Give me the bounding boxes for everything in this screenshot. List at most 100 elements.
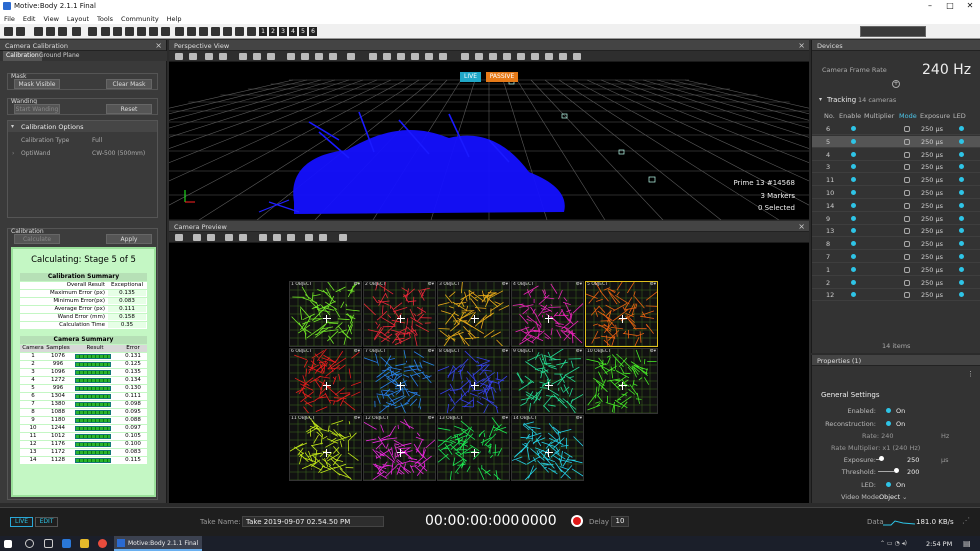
- video-icon[interactable]: [219, 53, 227, 60]
- translate-icon[interactable]: [301, 53, 309, 60]
- grid-icon[interactable]: [125, 27, 134, 36]
- device-exposure[interactable]: 250 µs: [921, 189, 943, 197]
- camera-cell[interactable]: 10 OBJECT ⚙▾: [585, 348, 658, 414]
- zoom-fit-icon[interactable]: [267, 53, 275, 60]
- settings-icon[interactable]: ⚙▾: [354, 282, 360, 287]
- scale-icon[interactable]: [329, 53, 337, 60]
- settings-icon[interactable]: ⚙▾: [576, 282, 582, 287]
- mode-icon[interactable]: [904, 164, 910, 171]
- settings-icon[interactable]: ⚙▾: [354, 416, 360, 421]
- skeleton-icon[interactable]: [175, 27, 184, 36]
- settings-icon[interactable]: ⚙▾: [650, 282, 656, 287]
- led-toggle[interactable]: [959, 228, 964, 234]
- enable-toggle[interactable]: [851, 266, 856, 272]
- camera-cell[interactable]: 11 OBJECT ⚙▾: [289, 415, 362, 481]
- enable-toggle[interactable]: [851, 292, 856, 298]
- ray-icon[interactable]: [489, 53, 497, 60]
- add-icon[interactable]: +: [892, 80, 900, 88]
- device-exposure[interactable]: 250 µs: [921, 163, 943, 171]
- menu-help[interactable]: Help: [163, 12, 186, 23]
- camera-icon[interactable]: [205, 53, 213, 60]
- device-row[interactable]: 14 250 µs: [812, 200, 980, 212]
- layout-2-button[interactable]: 2: [269, 27, 277, 36]
- image-icon[interactable]: [239, 234, 247, 241]
- clear-mask-button[interactable]: Clear Mask: [106, 79, 152, 89]
- device-row[interactable]: 2 250 µs: [812, 277, 980, 289]
- rotate-icon[interactable]: [315, 53, 323, 60]
- exposure-value[interactable]: 250: [907, 456, 919, 464]
- enable-toggle[interactable]: [851, 138, 856, 144]
- camera-cell[interactable]: 3 OBJECT ⚙▾: [437, 281, 510, 347]
- mode-icon[interactable]: [904, 215, 910, 222]
- enabled-value[interactable]: On: [896, 407, 905, 415]
- tracking-icon[interactable]: [573, 53, 581, 60]
- led-toggle[interactable]: [959, 202, 964, 208]
- more-icon[interactable]: ⋮: [967, 370, 974, 378]
- enable-toggle[interactable]: [851, 279, 856, 285]
- settings-icon[interactable]: ⚙▾: [576, 416, 582, 421]
- eye-icon[interactable]: [461, 53, 469, 60]
- tab-ground-plane[interactable]: Ground Plane: [36, 51, 82, 61]
- device-exposure[interactable]: 250 µs: [921, 266, 943, 274]
- minimize-button[interactable]: –: [920, 0, 940, 12]
- info-icon[interactable]: [223, 27, 232, 36]
- device-exposure[interactable]: 250 µs: [921, 151, 943, 159]
- trail-icon[interactable]: [531, 53, 539, 60]
- settings-icon[interactable]: ⚙▾: [428, 416, 434, 421]
- menu-edit[interactable]: Edit: [19, 12, 40, 23]
- mode-icon[interactable]: [904, 177, 910, 184]
- layout-icon[interactable]: [88, 27, 97, 36]
- chevron-down-icon[interactable]: ⌄: [902, 493, 907, 501]
- camera-cell[interactable]: 7 OBJECT ⚙▾: [363, 348, 436, 414]
- open-icon[interactable]: [16, 27, 25, 36]
- sync-icon[interactable]: [247, 27, 256, 36]
- calibration-type-value[interactable]: Full: [92, 137, 102, 144]
- threshold-slider-thumb[interactable]: [894, 468, 899, 473]
- camera-cell[interactable]: 14 OBJECT ⚙▾: [511, 415, 584, 481]
- camera-cell[interactable]: 5 OBJECT ⚙▾: [585, 281, 658, 347]
- layout-1-button[interactable]: 1: [259, 27, 267, 36]
- close-icon[interactable]: ×: [798, 41, 805, 50]
- device-row[interactable]: 3 250 µs: [812, 161, 980, 174]
- led-toggle[interactable]: [959, 138, 964, 144]
- text-icon[interactable]: [559, 53, 567, 60]
- passive-mode-button[interactable]: PASSIVE: [486, 72, 518, 82]
- settings-icon[interactable]: ⚙▾: [502, 416, 508, 421]
- floor-icon[interactable]: [545, 53, 553, 60]
- zoom-out-icon[interactable]: [207, 234, 215, 241]
- led-toggle[interactable]: [959, 126, 964, 131]
- save-all-icon[interactable]: [58, 27, 67, 36]
- calibration-options-header[interactable]: ▾ Calibration Options: [8, 121, 157, 132]
- device-exposure[interactable]: 250 µs: [921, 240, 943, 248]
- mode-icon[interactable]: [904, 292, 910, 299]
- led-value[interactable]: On: [896, 481, 905, 489]
- mode-icon[interactable]: [904, 279, 910, 286]
- save-icon[interactable]: [46, 27, 55, 36]
- camera-cell[interactable]: 4 OBJECT ⚙▾: [511, 281, 584, 347]
- device-row[interactable]: 13 250 µs: [812, 225, 980, 238]
- list-icon[interactable]: [161, 27, 170, 36]
- layout-3-button[interactable]: 3: [279, 27, 287, 36]
- close-icon[interactable]: ×: [155, 41, 162, 50]
- timeline-icon[interactable]: [137, 27, 146, 36]
- led-toggle[interactable]: [959, 292, 964, 298]
- led-toggle[interactable]: [959, 151, 964, 157]
- led-toggle[interactable]: [959, 164, 964, 170]
- task-view-icon[interactable]: [44, 539, 53, 548]
- eye-icon[interactable]: [339, 234, 347, 241]
- chevron-down-icon[interactable]: ▾: [819, 96, 822, 103]
- mask-visible-button[interactable]: Mask Visible: [14, 79, 60, 89]
- camera-cell[interactable]: 6 OBJECT ⚙▾: [289, 348, 362, 414]
- camera-cell[interactable]: 9 OBJECT ⚙▾: [511, 348, 584, 414]
- square-mask-icon[interactable]: [287, 234, 295, 241]
- device-exposure[interactable]: 250 µs: [921, 253, 943, 261]
- marker-icon[interactable]: [397, 53, 405, 60]
- threshold-slider-track[interactable]: [878, 471, 894, 472]
- wand-icon[interactable]: [113, 27, 122, 36]
- search-icon[interactable]: [25, 539, 34, 548]
- device-row[interactable]: 1 250 µs: [812, 264, 980, 276]
- enable-toggle[interactable]: [851, 190, 856, 195]
- mode-icon[interactable]: [904, 266, 910, 273]
- video-mode-value[interactable]: Object: [879, 493, 900, 501]
- zoom-in-icon[interactable]: [239, 53, 247, 60]
